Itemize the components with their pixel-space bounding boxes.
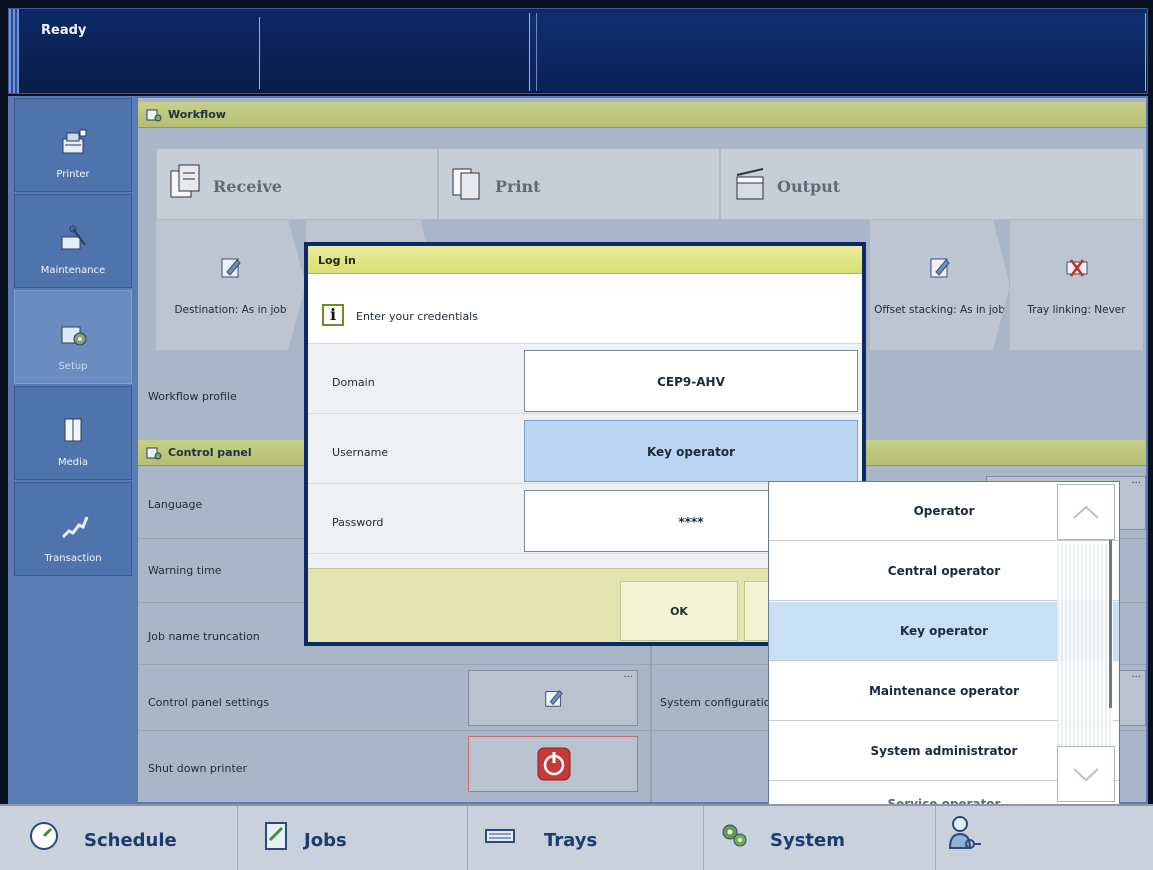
- status-stripe: [9, 9, 19, 93]
- domain-label: Domain: [332, 376, 375, 389]
- sidebar: Printer Maintenance Setup Media Transact…: [14, 98, 134, 798]
- destination-label: Destination: As in job: [174, 304, 287, 316]
- domain-row: Domain CEP9-AHV: [308, 346, 862, 414]
- password-label: Password: [332, 516, 384, 529]
- stage-receive-label: Receive: [213, 177, 282, 196]
- nav-jobs[interactable]: Jobs: [238, 806, 468, 870]
- stage-print-label: Print: [495, 177, 541, 196]
- sidebar-item-label: Maintenance: [40, 265, 106, 276]
- user-login-icon: [948, 816, 981, 849]
- sidebar-item-printer[interactable]: Printer: [14, 98, 132, 192]
- login-dialog-titlebar: Log in: [308, 246, 862, 274]
- sidebar-item-transaction[interactable]: Transaction: [14, 482, 132, 576]
- sidebar-item-maintenance[interactable]: Maintenance: [14, 194, 132, 288]
- more-indicator: ...: [1131, 475, 1141, 486]
- info-icon: i: [322, 304, 344, 326]
- shut-down-printer-label: Shut down printer: [148, 762, 248, 775]
- maintenance-icon: [61, 225, 86, 250]
- sidebar-item-media[interactable]: Media: [14, 386, 132, 480]
- status-divider: [259, 17, 260, 89]
- sidebar-item-label: Setup: [58, 361, 88, 372]
- nav-jobs-label: Jobs: [304, 830, 347, 851]
- warning-time-label: Warning time: [148, 564, 222, 577]
- stage-receive[interactable]: Receive: [156, 148, 438, 220]
- username-dropdown: Operator Central operator Key operator M…: [768, 481, 1120, 811]
- username-label: Username: [332, 446, 389, 459]
- shut-down-button[interactable]: [468, 736, 638, 792]
- sidebar-item-label: Printer: [56, 169, 90, 180]
- setup-icon: [61, 326, 87, 346]
- domain-field[interactable]: CEP9-AHV: [524, 350, 858, 412]
- stage-print[interactable]: Print: [438, 148, 720, 220]
- printer-icon: [62, 129, 87, 154]
- system-configuration-label: System configuration: [660, 696, 778, 709]
- sidebar-item-setup[interactable]: Setup: [14, 290, 132, 384]
- jobs-icon: [265, 822, 287, 850]
- offset-stacking-tile[interactable]: Offset stacking: As in job: [870, 220, 1010, 350]
- trays-icon: [485, 829, 515, 843]
- status-bar: Ready: [8, 8, 1148, 94]
- nav-schedule-label: Schedule: [84, 830, 177, 851]
- nav-trays[interactable]: Trays: [468, 806, 704, 870]
- login-message: i Enter your credentials: [308, 274, 862, 344]
- chevron-down-icon: [1073, 768, 1099, 782]
- destination-tile[interactable]: Destination: As in job: [156, 220, 306, 350]
- workflow-icon: [146, 109, 162, 122]
- stage-output-label: Output: [777, 177, 841, 196]
- control-panel-settings-label: Control panel settings: [148, 696, 270, 709]
- offset-stacking-label: Offset stacking: As in job: [874, 304, 1005, 316]
- printer-status-text: Ready: [41, 23, 87, 38]
- sidebar-item-label: Transaction: [44, 553, 102, 564]
- nav-user-login[interactable]: [936, 806, 1153, 870]
- nav-system[interactable]: System: [704, 806, 936, 870]
- dropdown-scroll-thumb[interactable]: [1109, 538, 1112, 708]
- nav-schedule[interactable]: Schedule: [0, 806, 238, 870]
- username-field[interactable]: Key operator: [524, 420, 858, 482]
- workflow-profile-label: Workflow profile: [148, 390, 237, 403]
- control-panel-settings-button[interactable]: ...: [468, 669, 638, 726]
- edit-icon: [930, 258, 950, 278]
- more-indicator: ...: [1131, 669, 1141, 680]
- schedule-icon: [30, 822, 58, 850]
- control-panel-title: Control panel: [168, 446, 252, 459]
- output-icon: [736, 168, 764, 200]
- control-panel-icon: [146, 447, 162, 460]
- chevron-up-icon: [1073, 505, 1099, 519]
- bottom-navigation: Schedule Jobs Trays System: [0, 804, 1153, 870]
- scroll-up-button[interactable]: [1057, 484, 1115, 540]
- receive-icon: [170, 164, 200, 198]
- workflow-title: Workflow: [168, 108, 226, 121]
- tray-linking-disabled-icon: [1066, 259, 1087, 277]
- nav-trays-label: Trays: [544, 830, 598, 851]
- edit-icon: [221, 258, 241, 278]
- username-row: Username Key operator: [308, 416, 862, 484]
- transaction-icon: [61, 516, 89, 539]
- dropdown-scroll-track[interactable]: [1057, 544, 1113, 750]
- more-indicator: ...: [623, 669, 633, 680]
- scroll-down-button[interactable]: [1057, 746, 1115, 802]
- power-icon: [537, 747, 571, 781]
- system-icon: [722, 824, 747, 847]
- job-name-truncation-label: Job name truncation: [148, 630, 260, 643]
- sidebar-item-label: Media: [57, 457, 89, 468]
- language-label: Language: [148, 498, 203, 511]
- print-icon: [452, 168, 480, 200]
- workflow-header: Workflow: [138, 102, 1146, 128]
- tray-linking-label: Tray linking: Never: [1027, 304, 1126, 316]
- tray-linking-tile[interactable]: Tray linking: Never: [1010, 220, 1144, 350]
- edit-icon: [545, 689, 563, 707]
- nav-system-label: System: [770, 830, 845, 851]
- login-message-text: Enter your credentials: [356, 310, 478, 323]
- ok-button[interactable]: OK: [620, 581, 738, 641]
- stage-output[interactable]: Output: [720, 148, 1144, 220]
- media-icon: [64, 418, 82, 442]
- login-dialog-title: Log in: [318, 254, 356, 267]
- status-message-panel: [529, 13, 1146, 91]
